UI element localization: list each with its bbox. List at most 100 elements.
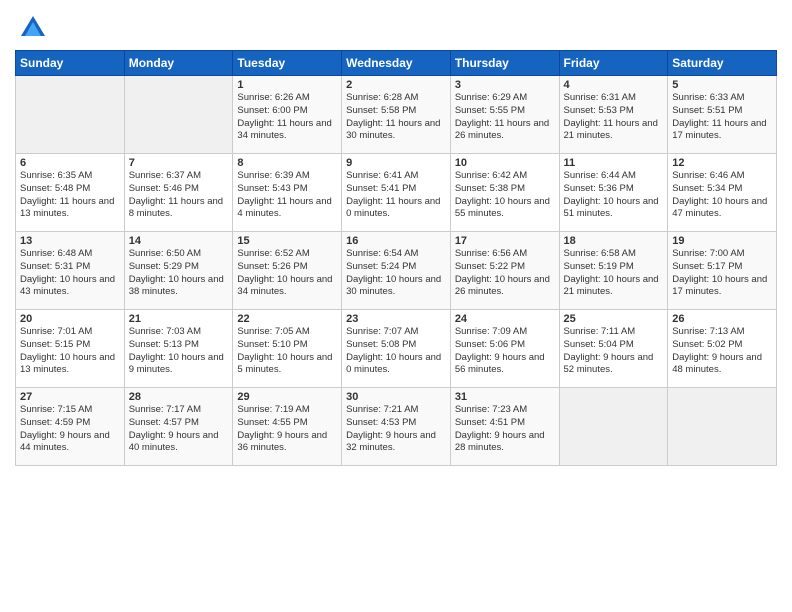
cell-content: Sunrise: 7:01 AMSunset: 5:15 PMDaylight:… <box>20 326 120 377</box>
calendar-cell: 1Sunrise: 6:26 AMSunset: 6:00 PMDaylight… <box>233 76 342 154</box>
day-number: 23 <box>346 313 446 325</box>
cell-content: Sunrise: 6:31 AMSunset: 5:53 PMDaylight:… <box>564 92 664 143</box>
header <box>15 10 777 42</box>
calendar-cell <box>124 76 233 154</box>
cell-content: Sunrise: 7:05 AMSunset: 5:10 PMDaylight:… <box>237 326 337 377</box>
weekday-header: Saturday <box>668 51 777 76</box>
calendar-cell: 20Sunrise: 7:01 AMSunset: 5:15 PMDayligh… <box>16 310 125 388</box>
cell-content: Sunrise: 7:00 AMSunset: 5:17 PMDaylight:… <box>672 248 772 299</box>
calendar-cell: 30Sunrise: 7:21 AMSunset: 4:53 PMDayligh… <box>342 388 451 466</box>
day-number: 11 <box>564 157 664 169</box>
logo-icon <box>19 14 47 42</box>
page-container: SundayMondayTuesdayWednesdayThursdayFrid… <box>0 0 792 476</box>
day-number: 15 <box>237 235 337 247</box>
weekday-header: Wednesday <box>342 51 451 76</box>
calendar-cell: 10Sunrise: 6:42 AMSunset: 5:38 PMDayligh… <box>450 154 559 232</box>
calendar-cell: 11Sunrise: 6:44 AMSunset: 5:36 PMDayligh… <box>559 154 668 232</box>
calendar-cell: 25Sunrise: 7:11 AMSunset: 5:04 PMDayligh… <box>559 310 668 388</box>
day-number: 2 <box>346 79 446 91</box>
day-number: 16 <box>346 235 446 247</box>
cell-content: Sunrise: 6:39 AMSunset: 5:43 PMDaylight:… <box>237 170 337 221</box>
calendar-cell <box>16 76 125 154</box>
day-number: 21 <box>129 313 229 325</box>
day-number: 22 <box>237 313 337 325</box>
cell-content: Sunrise: 6:52 AMSunset: 5:26 PMDaylight:… <box>237 248 337 299</box>
cell-content: Sunrise: 7:09 AMSunset: 5:06 PMDaylight:… <box>455 326 555 377</box>
weekday-header: Thursday <box>450 51 559 76</box>
day-number: 8 <box>237 157 337 169</box>
calendar-cell: 17Sunrise: 6:56 AMSunset: 5:22 PMDayligh… <box>450 232 559 310</box>
calendar-cell: 8Sunrise: 6:39 AMSunset: 5:43 PMDaylight… <box>233 154 342 232</box>
day-number: 14 <box>129 235 229 247</box>
day-number: 30 <box>346 391 446 403</box>
cell-content: Sunrise: 6:29 AMSunset: 5:55 PMDaylight:… <box>455 92 555 143</box>
day-number: 31 <box>455 391 555 403</box>
calendar-cell: 13Sunrise: 6:48 AMSunset: 5:31 PMDayligh… <box>16 232 125 310</box>
day-number: 7 <box>129 157 229 169</box>
calendar-cell: 2Sunrise: 6:28 AMSunset: 5:58 PMDaylight… <box>342 76 451 154</box>
cell-content: Sunrise: 6:28 AMSunset: 5:58 PMDaylight:… <box>346 92 446 143</box>
cell-content: Sunrise: 7:07 AMSunset: 5:08 PMDaylight:… <box>346 326 446 377</box>
day-number: 29 <box>237 391 337 403</box>
cell-content: Sunrise: 6:46 AMSunset: 5:34 PMDaylight:… <box>672 170 772 221</box>
day-number: 27 <box>20 391 120 403</box>
day-number: 1 <box>237 79 337 91</box>
day-number: 4 <box>564 79 664 91</box>
calendar-cell: 28Sunrise: 7:17 AMSunset: 4:57 PMDayligh… <box>124 388 233 466</box>
calendar-cell: 27Sunrise: 7:15 AMSunset: 4:59 PMDayligh… <box>16 388 125 466</box>
weekday-header: Monday <box>124 51 233 76</box>
day-number: 26 <box>672 313 772 325</box>
day-number: 10 <box>455 157 555 169</box>
day-number: 6 <box>20 157 120 169</box>
cell-content: Sunrise: 6:48 AMSunset: 5:31 PMDaylight:… <box>20 248 120 299</box>
calendar-cell: 31Sunrise: 7:23 AMSunset: 4:51 PMDayligh… <box>450 388 559 466</box>
calendar-cell: 15Sunrise: 6:52 AMSunset: 5:26 PMDayligh… <box>233 232 342 310</box>
cell-content: Sunrise: 7:17 AMSunset: 4:57 PMDaylight:… <box>129 404 229 455</box>
calendar-cell: 18Sunrise: 6:58 AMSunset: 5:19 PMDayligh… <box>559 232 668 310</box>
calendar-cell: 26Sunrise: 7:13 AMSunset: 5:02 PMDayligh… <box>668 310 777 388</box>
cell-content: Sunrise: 6:56 AMSunset: 5:22 PMDaylight:… <box>455 248 555 299</box>
cell-content: Sunrise: 6:44 AMSunset: 5:36 PMDaylight:… <box>564 170 664 221</box>
day-number: 18 <box>564 235 664 247</box>
day-number: 5 <box>672 79 772 91</box>
weekday-header: Friday <box>559 51 668 76</box>
day-number: 20 <box>20 313 120 325</box>
cell-content: Sunrise: 7:23 AMSunset: 4:51 PMDaylight:… <box>455 404 555 455</box>
day-number: 17 <box>455 235 555 247</box>
day-number: 28 <box>129 391 229 403</box>
calendar-cell <box>668 388 777 466</box>
cell-content: Sunrise: 6:33 AMSunset: 5:51 PMDaylight:… <box>672 92 772 143</box>
calendar-cell: 14Sunrise: 6:50 AMSunset: 5:29 PMDayligh… <box>124 232 233 310</box>
calendar-cell <box>559 388 668 466</box>
day-number: 3 <box>455 79 555 91</box>
cell-content: Sunrise: 7:15 AMSunset: 4:59 PMDaylight:… <box>20 404 120 455</box>
calendar-cell: 6Sunrise: 6:35 AMSunset: 5:48 PMDaylight… <box>16 154 125 232</box>
cell-content: Sunrise: 6:35 AMSunset: 5:48 PMDaylight:… <box>20 170 120 221</box>
cell-content: Sunrise: 7:11 AMSunset: 5:04 PMDaylight:… <box>564 326 664 377</box>
weekday-header: Sunday <box>16 51 125 76</box>
cell-content: Sunrise: 7:03 AMSunset: 5:13 PMDaylight:… <box>129 326 229 377</box>
calendar-cell: 22Sunrise: 7:05 AMSunset: 5:10 PMDayligh… <box>233 310 342 388</box>
calendar-cell: 5Sunrise: 6:33 AMSunset: 5:51 PMDaylight… <box>668 76 777 154</box>
calendar-table: SundayMondayTuesdayWednesdayThursdayFrid… <box>15 50 777 466</box>
cell-content: Sunrise: 6:58 AMSunset: 5:19 PMDaylight:… <box>564 248 664 299</box>
cell-content: Sunrise: 6:54 AMSunset: 5:24 PMDaylight:… <box>346 248 446 299</box>
calendar-cell: 9Sunrise: 6:41 AMSunset: 5:41 PMDaylight… <box>342 154 451 232</box>
calendar-cell: 7Sunrise: 6:37 AMSunset: 5:46 PMDaylight… <box>124 154 233 232</box>
cell-content: Sunrise: 6:42 AMSunset: 5:38 PMDaylight:… <box>455 170 555 221</box>
cell-content: Sunrise: 7:13 AMSunset: 5:02 PMDaylight:… <box>672 326 772 377</box>
calendar-cell: 23Sunrise: 7:07 AMSunset: 5:08 PMDayligh… <box>342 310 451 388</box>
day-number: 24 <box>455 313 555 325</box>
cell-content: Sunrise: 6:26 AMSunset: 6:00 PMDaylight:… <box>237 92 337 143</box>
day-number: 13 <box>20 235 120 247</box>
cell-content: Sunrise: 7:19 AMSunset: 4:55 PMDaylight:… <box>237 404 337 455</box>
weekday-header: Tuesday <box>233 51 342 76</box>
calendar-cell: 12Sunrise: 6:46 AMSunset: 5:34 PMDayligh… <box>668 154 777 232</box>
cell-content: Sunrise: 6:37 AMSunset: 5:46 PMDaylight:… <box>129 170 229 221</box>
calendar-cell: 3Sunrise: 6:29 AMSunset: 5:55 PMDaylight… <box>450 76 559 154</box>
day-number: 25 <box>564 313 664 325</box>
day-number: 19 <box>672 235 772 247</box>
logo <box>15 14 47 42</box>
calendar-cell: 29Sunrise: 7:19 AMSunset: 4:55 PMDayligh… <box>233 388 342 466</box>
calendar-cell: 24Sunrise: 7:09 AMSunset: 5:06 PMDayligh… <box>450 310 559 388</box>
